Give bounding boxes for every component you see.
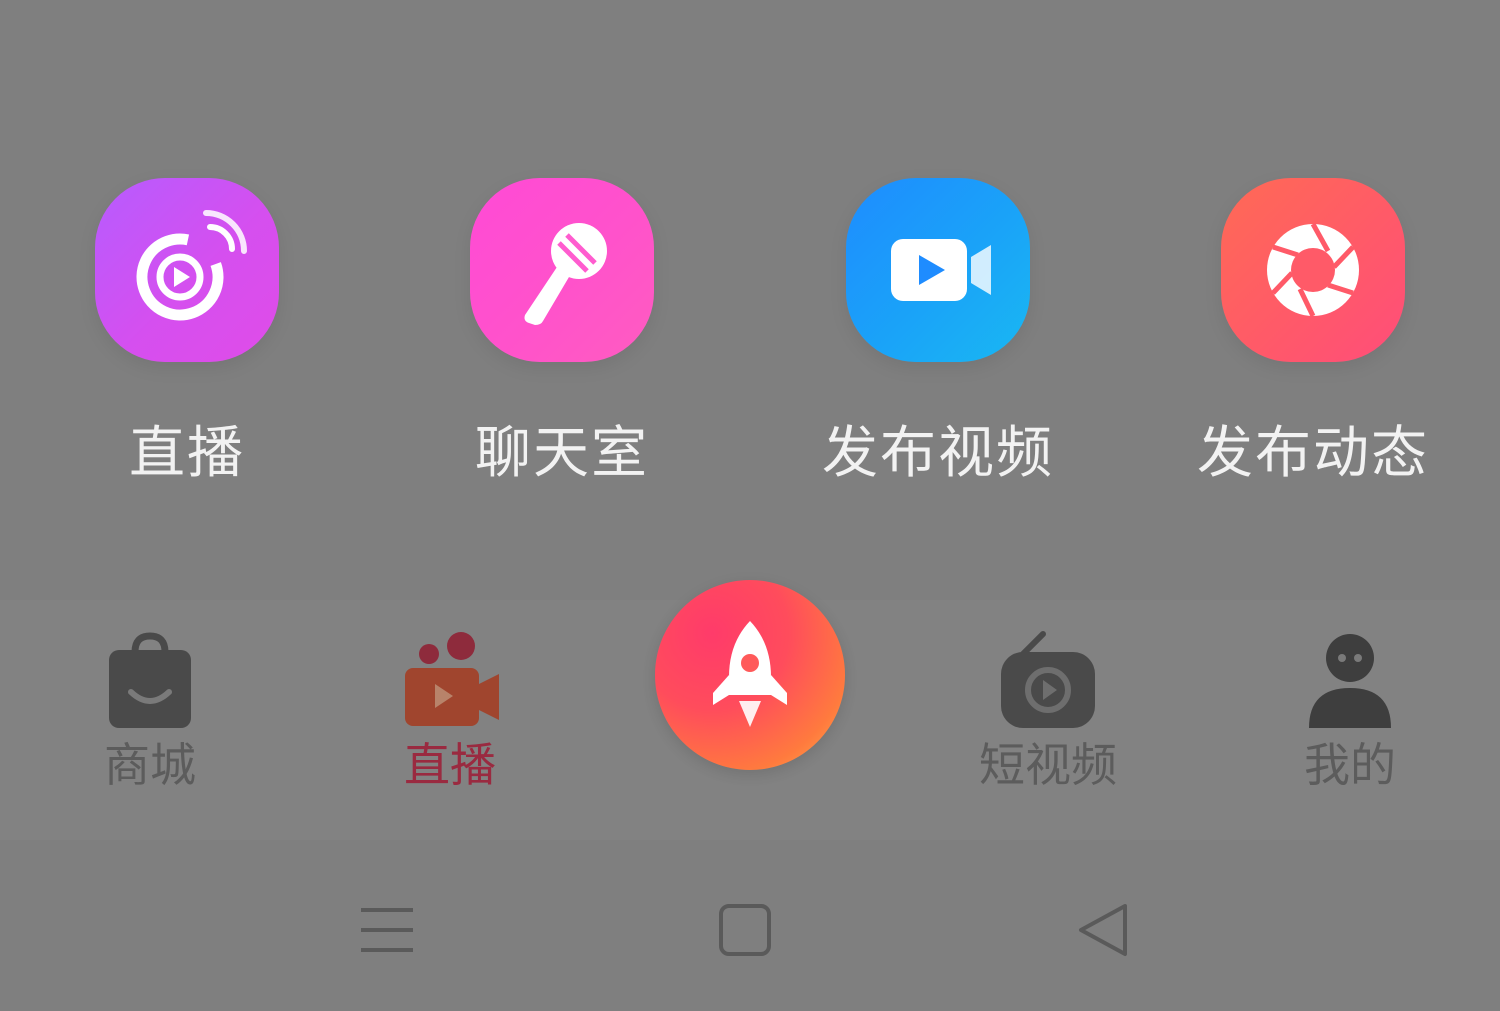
profile-icon xyxy=(1309,634,1391,728)
tab-mall-label: 商城 xyxy=(104,738,196,792)
short-video-icon xyxy=(1001,631,1095,728)
action-publish-video-button[interactable]: 发布视频 xyxy=(788,178,1088,508)
action-chatroom-label: 聊天室 xyxy=(475,421,649,486)
screen: 直播 聊天室 发布视频 发布动态 商城 直播 短视频 我的 xyxy=(0,0,1500,1011)
rocket-icon xyxy=(713,621,787,727)
system-navigation-bar xyxy=(0,850,1500,1011)
live-camera-icon xyxy=(405,632,499,726)
action-publish-video-label: 发布视频 xyxy=(822,421,1054,486)
system-back-button[interactable] xyxy=(1063,890,1143,970)
tab-short-video[interactable]: 短视频 xyxy=(948,628,1148,792)
tab-mall[interactable]: 商城 xyxy=(50,628,250,792)
action-chatroom-button[interactable]: 聊天室 xyxy=(412,178,712,508)
tab-live[interactable]: 直播 xyxy=(350,628,550,792)
tab-me[interactable]: 我的 xyxy=(1250,628,1450,792)
back-triangle-icon xyxy=(1079,904,1127,956)
tab-short-video-label: 短视频 xyxy=(979,738,1117,792)
microphone-icon xyxy=(470,178,654,362)
system-menu-button[interactable] xyxy=(347,890,427,970)
system-home-button[interactable] xyxy=(705,890,785,970)
action-publish-post-button[interactable]: 发布动态 xyxy=(1163,178,1463,508)
action-publish-post-label: 发布动态 xyxy=(1197,421,1429,486)
center-publish-button[interactable] xyxy=(655,580,845,770)
publish-menu: 直播 聊天室 发布视频 发布动态 xyxy=(0,0,1500,540)
video-camera-icon xyxy=(846,178,1030,362)
tab-me-label: 我的 xyxy=(1304,738,1396,792)
home-square-icon xyxy=(719,904,771,956)
tab-live-label: 直播 xyxy=(404,738,496,792)
camera-aperture-icon xyxy=(1221,178,1405,362)
live-broadcast-icon xyxy=(95,178,279,362)
action-live-button[interactable]: 直播 xyxy=(37,178,337,508)
action-live-label: 直播 xyxy=(129,421,245,486)
shopping-bag-icon xyxy=(109,632,191,728)
menu-icon xyxy=(361,908,413,952)
